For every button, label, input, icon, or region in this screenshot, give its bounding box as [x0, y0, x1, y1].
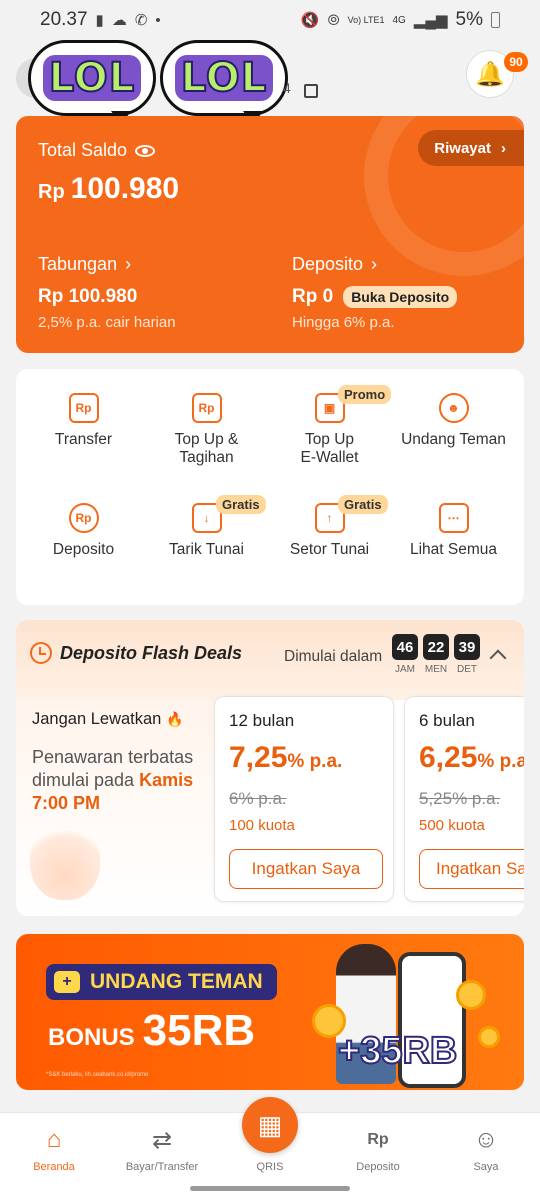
volte-label: Vo) LTE1	[347, 14, 385, 25]
chevron-right-icon: ›	[125, 254, 132, 274]
total-balance-amount: Rp 100.980	[38, 172, 180, 205]
more-icon: ⋯	[438, 503, 469, 533]
mute-icon: 🔇	[300, 12, 320, 29]
deal-card[interactable]: 6 bulan 6,25% p.a. 5,25% p.a. 500 kuota …	[404, 696, 524, 902]
promo-tag: Promo	[338, 385, 392, 404]
deal-quota: 100 kuota	[229, 817, 295, 834]
hotspot-icon: ⦾	[327, 11, 340, 29]
status-bar: 20.37 ▮ ☁ ✆ • 🔇 ⦾ Vo) LTE1 4G ▂▄▆ 5%	[0, 0, 540, 40]
home-icon: ⌂	[46, 1126, 62, 1153]
deal-old-rate: 6% p.a.	[229, 789, 287, 808]
invite-icon: +	[54, 971, 80, 993]
swap-icon: ⇄	[151, 1126, 173, 1154]
countdown-seconds: 39 DET	[454, 634, 480, 675]
chevron-right-icon: ›	[371, 254, 378, 274]
nav-pay-transfer[interactable]: ⇄ Bayar/Transfer	[108, 1125, 216, 1174]
deal-card[interactable]: 12 bulan 7,25% p.a. 6% p.a. 100 kuota In…	[214, 696, 394, 902]
bill-icon: Rp	[191, 393, 222, 423]
balance-card: Total Saldo Rp 100.980 Riwayat › Tabunga…	[16, 116, 524, 353]
deal-old-rate: 5,25% p.a.	[419, 789, 501, 808]
nav-home[interactable]: ⌂ Beranda	[0, 1125, 108, 1173]
deal-rate: 6,25% p.a.	[419, 741, 524, 774]
savings-value: Rp 100.980	[38, 286, 138, 307]
deal-rate: 7,25% p.a.	[229, 741, 343, 774]
dot-icon: •	[155, 11, 161, 29]
transfer-icon: Rp	[68, 393, 99, 423]
banner-fine-print: *S&K berlaku, lih.seabank.co.id/promo	[46, 1072, 149, 1078]
coin-image	[456, 980, 486, 1010]
timer-icon	[30, 642, 52, 664]
qris-button[interactable]: ▦	[242, 1097, 298, 1153]
deposit-value-row: Rp 0 Buka Deposito	[292, 286, 458, 308]
gesture-home-bar[interactable]	[190, 1186, 350, 1191]
copy-icon[interactable]	[304, 84, 318, 98]
flame-decoration	[30, 820, 100, 900]
banner-plus-bonus: +35RB	[337, 1029, 458, 1073]
banner-heading: + UNDANG TEMAN	[46, 964, 277, 1000]
countdown-hours: 46 JAM	[392, 634, 418, 675]
remind-me-button[interactable]: Ingatkan Saya	[419, 849, 524, 889]
status-time: 20.37	[40, 9, 88, 30]
remind-me-button[interactable]: Ingatkan Saya	[229, 849, 383, 889]
whatsapp-icon: ✆	[134, 12, 148, 29]
promo-title: Jangan Lewatkan 🔥	[32, 710, 184, 728]
coin-image	[478, 1026, 500, 1048]
deposit-icon: Rp	[68, 503, 99, 533]
battery-icon	[491, 12, 500, 28]
open-deposit-button[interactable]: Buka Deposito	[343, 286, 458, 308]
notification-badge: 90	[504, 52, 528, 72]
menu-topup-ewallet[interactable]: ▣ Top Up E-Wallet	[266, 393, 393, 467]
menu-invite-friends[interactable]: ☻ Undang Teman	[390, 393, 517, 449]
quick-menu: Rp Transfer Rp Top Up & Tagihan ▣ Top Up…	[16, 369, 524, 605]
menu-transfer[interactable]: Rp Transfer	[20, 393, 147, 449]
battery-level: 5%	[455, 9, 483, 30]
account-number-fragment: 4	[283, 80, 291, 96]
total-balance-label: Total Saldo	[38, 140, 156, 161]
invite-icon: ☻	[438, 393, 469, 423]
deposit-note: Hingga 6% p.a.	[292, 314, 395, 331]
deal-quota: 500 kuota	[419, 817, 485, 834]
savings-note: 2,5% p.a. cair harian	[38, 314, 176, 331]
eye-icon[interactable]	[135, 144, 156, 157]
chevron-right-icon: ›	[501, 139, 506, 157]
bell-icon: 🔔	[475, 60, 505, 88]
menu-topup-bill[interactable]: Rp Top Up & Tagihan	[143, 393, 270, 467]
lol-sticker-2: LOL	[160, 40, 288, 125]
flash-deals-section: Deposito Flash Deals Dimulai dalam 46 JA…	[16, 620, 524, 916]
alert-icon: ▮	[95, 12, 104, 29]
qr-icon: ▦	[257, 1109, 283, 1140]
person-icon: ☺	[473, 1126, 499, 1153]
lol-sticker-1: LOL	[28, 40, 156, 125]
promo-text: Penawaran terbatas dimulai pada Kamis 7:…	[32, 747, 194, 813]
network-gen: 4G	[392, 14, 406, 26]
invite-friends-banner[interactable]: + UNDANG TEMAN BONUS 35RB *S&K berlaku, …	[16, 934, 524, 1090]
nav-deposit[interactable]: Rp Deposito	[324, 1125, 432, 1173]
app-header: LOL LOL 4 🔔 90	[0, 40, 540, 125]
signal-icon: ▂▄▆	[413, 12, 448, 29]
menu-deposit[interactable]: Rp Deposito	[20, 503, 147, 559]
free-tag: Gratis	[216, 495, 266, 514]
deposit-value: Rp 0	[292, 286, 334, 307]
free-tag: Gratis	[338, 495, 388, 514]
savings-link[interactable]: Tabungan ›	[38, 254, 131, 275]
starts-in-label: Dimulai dalam	[284, 648, 383, 665]
countdown-minutes: 22 MEN	[423, 634, 449, 675]
cloud-icon: ☁	[111, 12, 127, 29]
menu-see-all[interactable]: ⋯ Lihat Semua	[390, 503, 517, 559]
banner-bonus: BONUS 35RB	[48, 1006, 256, 1055]
nav-profile[interactable]: ☺ Saya	[432, 1125, 540, 1173]
history-button[interactable]: Riwayat ›	[418, 130, 524, 166]
deposit-bag-icon: Rp	[367, 1131, 389, 1148]
deposit-link[interactable]: Deposito ›	[292, 254, 377, 275]
flash-deals-title: Deposito Flash Deals	[30, 642, 242, 664]
fire-icon: 🔥	[165, 711, 184, 727]
